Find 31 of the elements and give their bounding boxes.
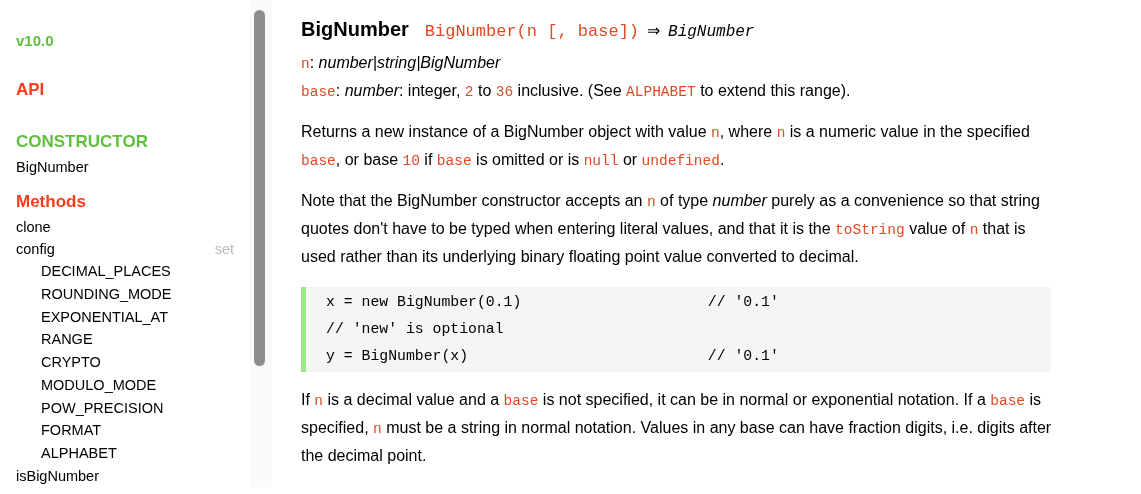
sidebar-link[interactable]: DECIMAL_PLACES: [41, 260, 171, 283]
return-type: BigNumber: [668, 22, 755, 43]
sidebar-link[interactable]: ROUNDING_MODE: [41, 282, 172, 306]
method-title: BigNumber: [301, 17, 409, 42]
section-heading: CONSTRUCTOR: [16, 131, 149, 153]
sidebar-link[interactable]: POW_PRECISION: [41, 396, 164, 419]
api-heading: API: [16, 78, 46, 101]
paragraph: Returns a new instance of a BigNumber object with value n, where n is a numeric value in the specified base, or base 10 if base is omitted or is null or undefined.: [301, 121, 1031, 171]
scrollbar[interactable]: [250, 0, 272, 487]
parameter-description: n: number|string|BigNumber: [301, 52, 502, 74]
version-label: v10.0: [16, 31, 55, 51]
sidebar-link[interactable]: isBigNumber: [16, 464, 99, 487]
returns-arrow: ⇒: [647, 21, 661, 41]
code-line: // 'new' is optional: [326, 319, 505, 339]
scrollbar-thumb[interactable]: [254, 10, 265, 366]
parameter-description: base: number: integer, 2 to 36 inclusive. (See ALPHABET to extend this range).: [301, 80, 852, 102]
method-signature: BigNumber(n [, base]): [424, 21, 640, 43]
paragraph: If n is a decimal value and a base is not specified, it can be in normal or exponential notation. If a base is specified, n must be a string in normal notation. Values in any base can have fraction digits, i.e. digits after the decimal point.: [301, 389, 1053, 466]
code-line: y = BigNumber(x) // '0.1': [326, 346, 780, 366]
sidebar-link[interactable]: clone: [16, 216, 51, 238]
paragraph: Note that the BigNumber constructor accepts an n of type number purely as a convenience so that string quotes don't have to be typed when entering literal values, and that it is the toString value of n that is used rather than its underlying binary floating point value converted to decimal.: [301, 190, 1041, 267]
sidebar-link[interactable]: config: [16, 238, 55, 260]
section-heading: Methods: [16, 191, 87, 213]
code-line: x = new BigNumber(0.1) // '0.1': [326, 292, 780, 312]
sidebar-link[interactable]: MODULO_MODE: [41, 373, 157, 397]
sidebar-link[interactable]: EXPONENTIAL_AT: [41, 305, 169, 328]
sidebar-link[interactable]: CRYPTO: [41, 351, 101, 374]
sidebar-link[interactable]: RANGE: [41, 328, 93, 351]
sidebar-link[interactable]: FORMAT: [41, 419, 102, 442]
sidebar-link[interactable]: BigNumber: [16, 156, 89, 178]
sidebar-link[interactable]: ALPHABET: [41, 442, 117, 465]
